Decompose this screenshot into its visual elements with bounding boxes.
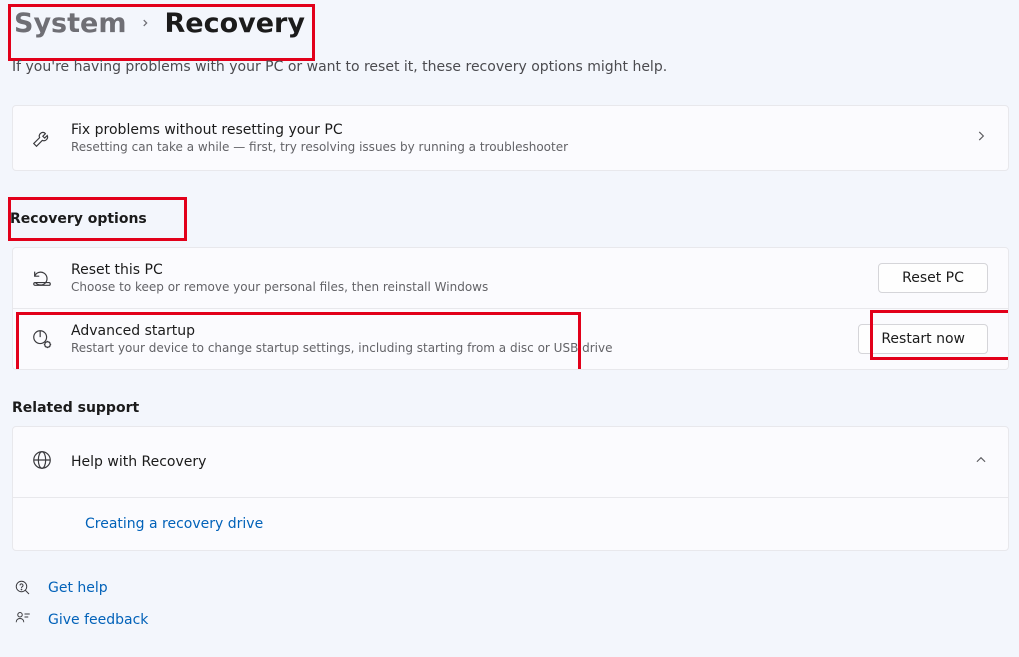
power-gear-icon: [31, 328, 53, 350]
related-support-heading: Related support: [12, 400, 1009, 416]
chevron-right-icon: [140, 16, 150, 32]
reset-pc-title: Reset this PC: [71, 262, 860, 278]
globe-icon: [31, 449, 53, 475]
feedback-icon: [14, 611, 32, 629]
get-help-link[interactable]: Get help: [48, 580, 108, 596]
chevron-right-icon: [974, 129, 988, 147]
help-with-recovery-card: Help with Recovery Creating a recovery d…: [12, 426, 1009, 551]
help-with-recovery-title: Help with Recovery: [71, 454, 956, 470]
give-feedback-link[interactable]: Give feedback: [48, 612, 148, 628]
advanced-startup-title: Advanced startup: [71, 323, 840, 339]
advanced-startup-subtitle: Restart your device to change startup se…: [71, 341, 840, 355]
fix-problems-title: Fix problems without resetting your PC: [71, 122, 956, 138]
fix-problems-subtitle: Resetting can take a while — first, try …: [71, 140, 956, 154]
help-icon: [14, 579, 32, 597]
breadcrumb-current: Recovery: [164, 8, 304, 39]
creating-recovery-drive-link[interactable]: Creating a recovery drive: [85, 516, 263, 532]
recovery-options-highlight: Recovery options: [10, 199, 185, 239]
restart-now-button[interactable]: Restart now: [858, 324, 988, 354]
reset-this-pc-row: Reset this PC Choose to keep or remove y…: [13, 248, 1008, 308]
chevron-up-icon: [974, 453, 988, 471]
reset-icon: [31, 267, 53, 289]
help-with-recovery-header[interactable]: Help with Recovery: [13, 427, 1008, 497]
advanced-startup-row: Advanced startup Restart your device to …: [13, 308, 1008, 369]
wrench-icon: [31, 127, 53, 149]
recovery-options-heading: Recovery options: [10, 211, 147, 227]
page-intro: If you're having problems with your PC o…: [12, 59, 1009, 75]
breadcrumb-highlight: System Recovery: [10, 6, 313, 59]
footer-links: Get help Give feedback: [12, 575, 1009, 629]
breadcrumb-parent[interactable]: System: [14, 8, 126, 39]
fix-problems-card[interactable]: Fix problems without resetting your PC R…: [12, 105, 1009, 171]
reset-pc-subtitle: Choose to keep or remove your personal f…: [71, 280, 860, 294]
recovery-options-group: Reset this PC Choose to keep or remove y…: [12, 247, 1009, 370]
reset-pc-button[interactable]: Reset PC: [878, 263, 988, 293]
breadcrumb: System Recovery: [10, 6, 309, 41]
